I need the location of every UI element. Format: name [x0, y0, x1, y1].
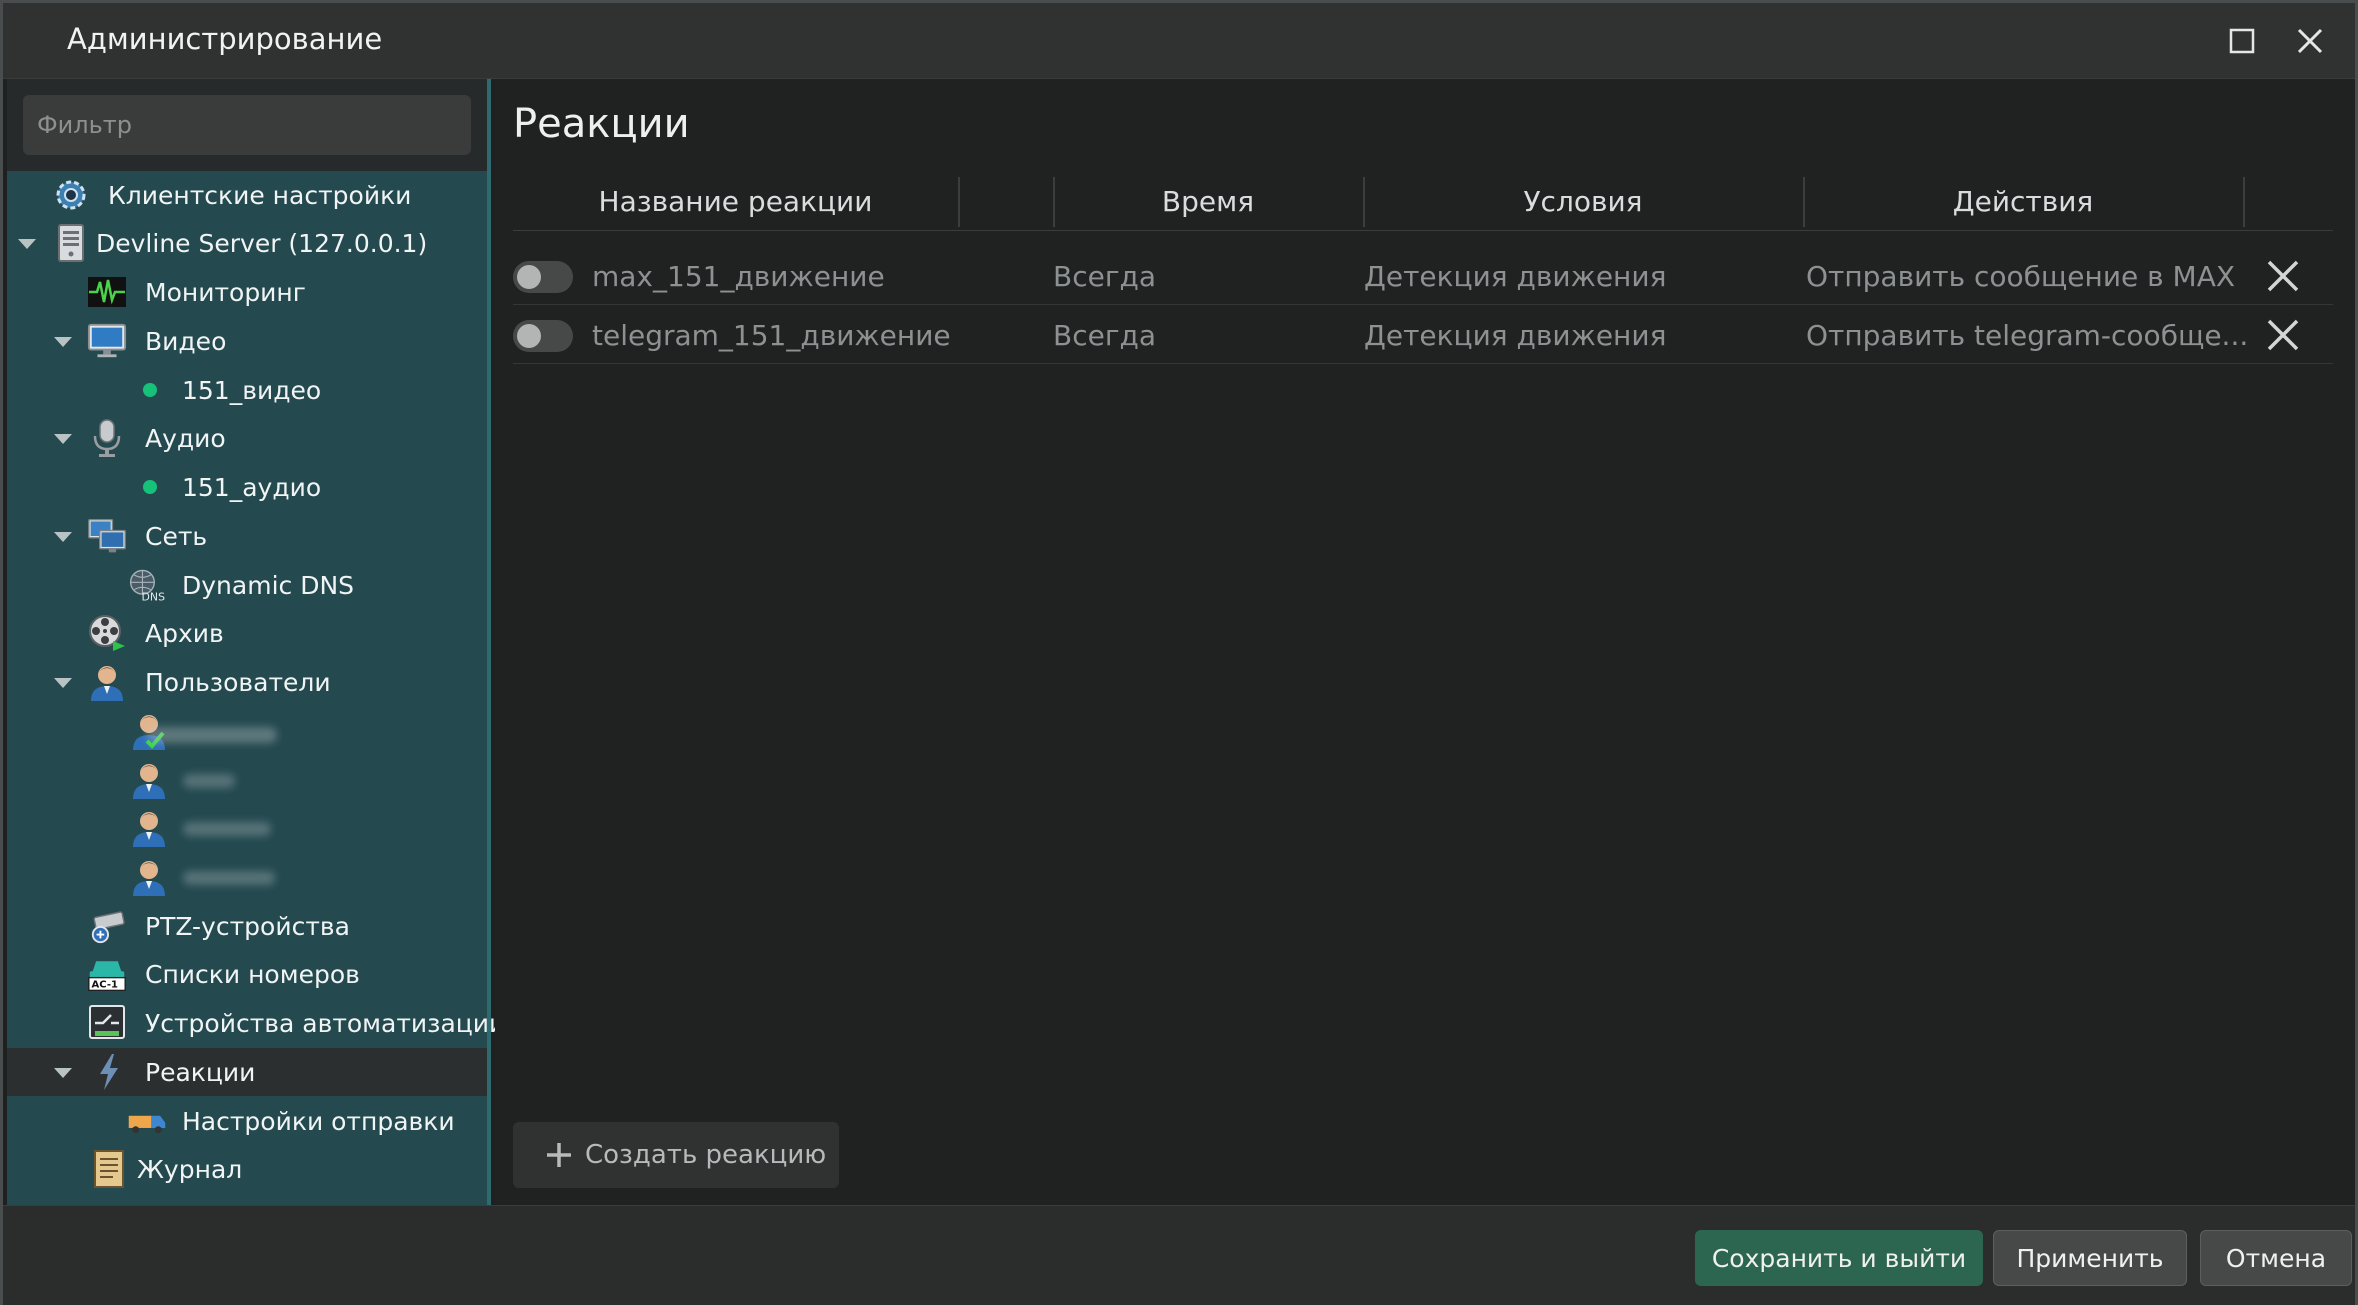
tree-item-user[interactable] [7, 804, 487, 852]
tree-item-reactions[interactable]: Реакции [7, 1048, 487, 1096]
reaction-action: Отправить сообщение в MAX [1806, 259, 2236, 293]
column-header-time[interactable]: Время [1053, 171, 1363, 231]
column-header-actions[interactable]: Действия [1803, 171, 2243, 231]
server-icon [51, 223, 91, 263]
delete-icon[interactable] [2263, 256, 2303, 296]
tree-item-video-channel[interactable]: 151_видео [7, 366, 487, 414]
tree-item-audio-channel[interactable]: 151_аудио [7, 463, 487, 511]
journal-icon [89, 1149, 129, 1189]
panel-splitter[interactable] [487, 79, 491, 1205]
redacted-username [183, 822, 271, 836]
filter-input[interactable] [23, 95, 471, 155]
tree-item-audio[interactable]: Аудио [7, 414, 487, 462]
svg-text:DNS: DNS [142, 590, 166, 603]
toggle-knob [517, 265, 541, 289]
user-icon [87, 662, 127, 702]
user-icon [129, 808, 169, 848]
expand-arrow-icon[interactable] [54, 1068, 72, 1078]
column-divider[interactable] [958, 177, 960, 227]
tree-item-network[interactable]: Сеть [7, 512, 487, 560]
column-header-name[interactable]: Название реакции [513, 171, 958, 231]
save-and-exit-button[interactable]: Сохранить и выйти [1695, 1230, 1983, 1286]
column-header-conditions[interactable]: Условия [1363, 171, 1803, 231]
reaction-toggle[interactable] [513, 261, 573, 293]
gear-icon [51, 175, 91, 215]
tree-item-client-settings[interactable]: Клиентские настройки [7, 171, 487, 219]
reaction-condition: Детекция движения [1364, 318, 1667, 352]
page-title: Реакции [513, 101, 690, 147]
status-dot-icon [143, 383, 157, 397]
admin-window: Администрирование Клиентские настройки [0, 0, 2358, 1305]
redacted-username [183, 774, 235, 788]
reaction-name: telegram_151_движение [592, 318, 951, 352]
tree-item-archive[interactable]: Архив [7, 609, 487, 657]
window-title: Администрирование [67, 22, 383, 56]
tree-item-journal[interactable]: Журнал [7, 1145, 487, 1193]
expand-arrow-icon[interactable] [18, 239, 36, 249]
ptz-camera-icon [89, 906, 129, 946]
reaction-action: Отправить telegram-сообще... [1806, 318, 2246, 352]
expand-arrow-icon[interactable] [54, 678, 72, 688]
dialog-footer: Сохранить и выйти Применить Отмена [3, 1205, 2355, 1305]
monitor-icon [87, 321, 127, 361]
main-panel: Реакции Название реакции Время Условия Д… [495, 79, 2355, 1205]
toggle-knob [517, 324, 541, 348]
title-bar: Администрирование [3, 3, 2355, 79]
column-divider[interactable] [2243, 177, 2245, 227]
sidebar: Клиентские настройки Devline Server (127… [7, 79, 505, 1205]
tree-item-automation[interactable]: Устройства автоматизации [7, 999, 505, 1047]
expand-arrow-icon[interactable] [54, 434, 72, 444]
settings-tree: Клиентские настройки Devline Server (127… [7, 171, 505, 1205]
dns-globe-icon: DNS [127, 565, 167, 605]
monitoring-icon [87, 272, 127, 312]
expand-arrow-icon[interactable] [54, 337, 72, 347]
cancel-button[interactable]: Отмена [2200, 1230, 2352, 1286]
svg-text:AC-1: AC-1 [92, 980, 118, 991]
reaction-toggle[interactable] [513, 320, 573, 352]
microphone-icon [87, 418, 127, 458]
create-reaction-button[interactable]: Создать реакцию [513, 1122, 839, 1188]
delete-icon[interactable] [2263, 315, 2303, 355]
status-dot-icon [143, 480, 157, 494]
table-header: Название реакции Время Условия Действия [513, 171, 2333, 231]
license-plate-icon: AC-1 [87, 954, 127, 994]
network-icon [87, 516, 127, 556]
tree-item-monitoring[interactable]: Мониторинг [7, 268, 487, 316]
user-icon [129, 857, 169, 897]
lightning-icon [89, 1052, 129, 1092]
automation-relay-icon [87, 1003, 127, 1043]
table-row[interactable]: max_151_движение Всегда Детекция движени… [513, 247, 2333, 305]
apply-button[interactable]: Применить [1993, 1230, 2187, 1286]
tree-item-server[interactable]: Devline Server (127.0.0.1) [7, 219, 487, 267]
tree-item-send-settings[interactable]: Настройки отправки [7, 1097, 487, 1145]
plus-icon [545, 1141, 573, 1169]
reaction-time: Всегда [1053, 318, 1157, 352]
create-reaction-label: Создать реакцию [585, 1140, 827, 1170]
tree-item-user[interactable] [7, 756, 487, 804]
reaction-name: max_151_движение [592, 259, 885, 293]
tree-item-video[interactable]: Видео [7, 317, 487, 365]
redacted-username [183, 871, 275, 885]
reaction-condition: Детекция движения [1364, 259, 1667, 293]
tree-item-user[interactable] [7, 707, 487, 755]
film-reel-icon [87, 613, 127, 653]
tree-item-ptz[interactable]: PTZ-устройства [7, 902, 487, 950]
maximize-icon[interactable] [2222, 21, 2262, 61]
user-icon [129, 760, 169, 800]
tree-item-users[interactable]: Пользователи [7, 658, 487, 706]
expand-arrow-icon[interactable] [54, 532, 72, 542]
table-row[interactable]: telegram_151_движение Всегда Детекция дв… [513, 306, 2333, 364]
tree-item-plate-lists[interactable]: AC-1 Списки номеров [7, 950, 487, 998]
delivery-truck-icon [127, 1101, 167, 1141]
close-icon[interactable] [2290, 21, 2330, 61]
reaction-time: Всегда [1053, 259, 1157, 293]
redacted-username [147, 727, 277, 743]
tree-item-dynamic-dns[interactable]: DNS Dynamic DNS [7, 561, 487, 609]
tree-item-user[interactable] [7, 853, 487, 901]
